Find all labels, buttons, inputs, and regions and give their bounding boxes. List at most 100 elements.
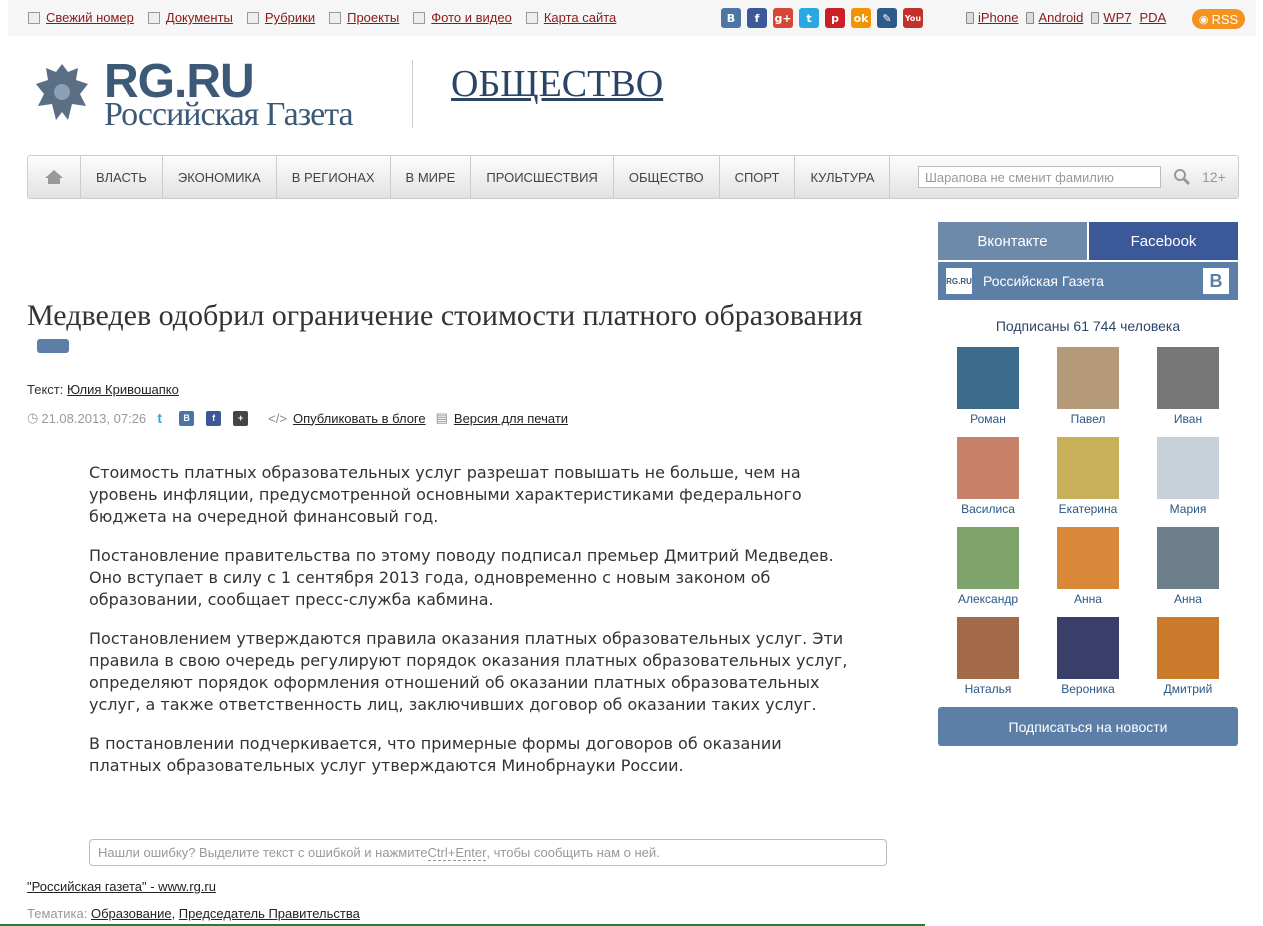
member-name[interactable]: Наталья <box>938 682 1038 696</box>
top-link[interactable]: Проекты <box>347 10 399 25</box>
top-link-item[interactable]: Проекты <box>329 10 399 25</box>
member-name[interactable]: Екатерина <box>1038 502 1138 516</box>
pinterest-icon[interactable]: p <box>825 8 845 28</box>
youtube-icon[interactable]: You <box>903 8 923 28</box>
member-avatar[interactable] <box>1057 527 1119 589</box>
member-name[interactable]: Александр <box>938 592 1038 606</box>
device-item[interactable]: Android <box>1026 10 1083 25</box>
member-name[interactable]: Анна <box>1138 592 1238 606</box>
nav-item[interactable]: ПРОИСШЕСТВИЯ <box>471 156 614 198</box>
nav-item[interactable]: СПОРТ <box>720 156 796 198</box>
top-link-item[interactable]: Документы <box>147 10 233 25</box>
member-item[interactable]: Василиса <box>938 437 1038 516</box>
top-link[interactable]: Рубрики <box>265 10 315 25</box>
googleplus-icon[interactable]: g+ <box>773 8 793 28</box>
member-avatar[interactable] <box>1157 527 1219 589</box>
device-link[interactable]: Android <box>1038 10 1083 25</box>
member-avatar[interactable] <box>1057 437 1119 499</box>
nav-item[interactable]: В МИРЕ <box>391 156 472 198</box>
top-link-item[interactable]: Рубрики <box>246 10 315 25</box>
source-link[interactable]: "Российская газета" - www.rg.ru <box>27 879 216 894</box>
member-avatar[interactable] <box>957 347 1019 409</box>
device-link[interactable]: PDA <box>1139 10 1166 25</box>
top-link[interactable]: Свежий номер <box>46 10 134 25</box>
nav-item[interactable]: ЭКОНОМИКА <box>163 156 277 198</box>
comment-icon[interactable] <box>37 339 69 354</box>
vk-icon[interactable]: В <box>721 8 741 28</box>
odnoklassniki-icon[interactable]: ok <box>851 8 871 28</box>
logo-subtitle[interactable]: Российская Газета <box>104 96 354 134</box>
section-title[interactable]: ОБЩЕСТВО <box>451 62 663 106</box>
member-item[interactable]: Анна <box>1038 527 1138 606</box>
member-name[interactable]: Василиса <box>938 502 1038 516</box>
member-name[interactable]: Вероника <box>1038 682 1138 696</box>
member-item[interactable]: Дмитрий <box>1138 617 1238 696</box>
member-name[interactable]: Мария <box>1138 502 1238 516</box>
member-avatar[interactable] <box>957 437 1019 499</box>
member-item[interactable]: Роман <box>938 347 1038 426</box>
top-link[interactable]: Карта сайта <box>544 10 616 25</box>
facebook-share-icon[interactable]: f <box>206 410 222 426</box>
device-item[interactable]: WP7 <box>1091 10 1131 25</box>
print-link[interactable]: Версия для печати <box>454 411 568 426</box>
top-link[interactable]: Фото и видео <box>431 10 512 25</box>
emblem-icon[interactable] <box>32 60 92 128</box>
member-item[interactable]: Екатерина <box>1038 437 1138 516</box>
top-bar: Свежий номер Документы Рубрики Проекты Фото … <box>8 0 1256 36</box>
blog-link[interactable]: Опубликовать в блоге <box>293 411 426 426</box>
member-item[interactable]: Павел <box>1038 347 1138 426</box>
twitter-share-icon[interactable]: t <box>152 410 167 426</box>
nav-item[interactable]: ОБЩЕСТВО <box>614 156 720 198</box>
member-name[interactable]: Павел <box>1038 412 1138 426</box>
member-item[interactable]: Иван <box>1138 347 1238 426</box>
top-link-item[interactable]: Свежий номер <box>28 10 134 25</box>
member-item[interactable]: Анна <box>1138 527 1238 606</box>
member-avatar[interactable] <box>1057 617 1119 679</box>
twitter-icon[interactable]: t <box>799 8 819 28</box>
tag-link[interactable]: Председатель Правительства <box>179 906 360 921</box>
top-link-item[interactable]: Фото и видео <box>413 10 512 25</box>
top-link[interactable]: Документы <box>166 10 233 25</box>
nav-item[interactable]: ВЛАСТЬ <box>81 156 163 198</box>
member-avatar[interactable] <box>957 527 1019 589</box>
top-link-item[interactable]: Карта сайта <box>525 10 616 25</box>
vk-share-icon[interactable]: В <box>179 410 195 426</box>
member-avatar[interactable] <box>1157 617 1219 679</box>
member-item[interactable]: Александр <box>938 527 1038 606</box>
home-button[interactable] <box>28 156 81 198</box>
subscribe-button[interactable]: Подписаться на новости <box>938 707 1238 746</box>
device-item[interactable]: iPhone <box>966 10 1018 25</box>
member-name[interactable]: Анна <box>1038 592 1138 606</box>
print-icon: ▤ <box>435 410 448 425</box>
search-input[interactable]: Шарапова не сменит фамилию <box>918 166 1161 188</box>
author-link[interactable]: Юлия Кривошапко <box>67 382 179 397</box>
facebook-icon[interactable]: f <box>747 8 767 28</box>
member-item[interactable]: Мария <box>1138 437 1238 516</box>
tab-facebook[interactable]: Facebook <box>1089 222 1238 260</box>
member-avatar[interactable] <box>1157 437 1219 499</box>
home-icon <box>45 170 63 184</box>
member-avatar[interactable] <box>1057 347 1119 409</box>
member-name[interactable]: Роман <box>938 412 1038 426</box>
search-icon[interactable] <box>1173 168 1191 186</box>
group-name[interactable]: Российская Газета <box>983 273 1104 289</box>
member-item[interactable]: Вероника <box>1038 617 1138 696</box>
member-name[interactable]: Дмитрий <box>1138 682 1238 696</box>
error-text-post: , чтобы сообщить нам о ней. <box>486 845 660 860</box>
device-link[interactable]: WP7 <box>1103 10 1131 25</box>
article-body: Стоимость платных образовательных услуг … <box>89 462 849 794</box>
member-avatar[interactable] <box>957 617 1019 679</box>
livejournal-icon[interactable]: ✎ <box>877 8 897 28</box>
nav-item[interactable]: В РЕГИОНАХ <box>277 156 391 198</box>
tab-vkontakte[interactable]: Вконтакте <box>938 222 1087 260</box>
rss-button[interactable]: ◉ RSS <box>1192 9 1245 29</box>
vk-logo-icon[interactable]: В <box>1203 268 1229 294</box>
member-avatar[interactable] <box>1157 347 1219 409</box>
device-link[interactable]: iPhone <box>978 10 1018 25</box>
device-item[interactable]: PDA <box>1139 10 1166 25</box>
member-name[interactable]: Иван <box>1138 412 1238 426</box>
tag-link[interactable]: Образование <box>91 906 172 921</box>
member-item[interactable]: Наталья <box>938 617 1038 696</box>
more-share-icon[interactable]: + <box>233 410 249 426</box>
nav-item[interactable]: КУЛЬТУРА <box>795 156 891 198</box>
